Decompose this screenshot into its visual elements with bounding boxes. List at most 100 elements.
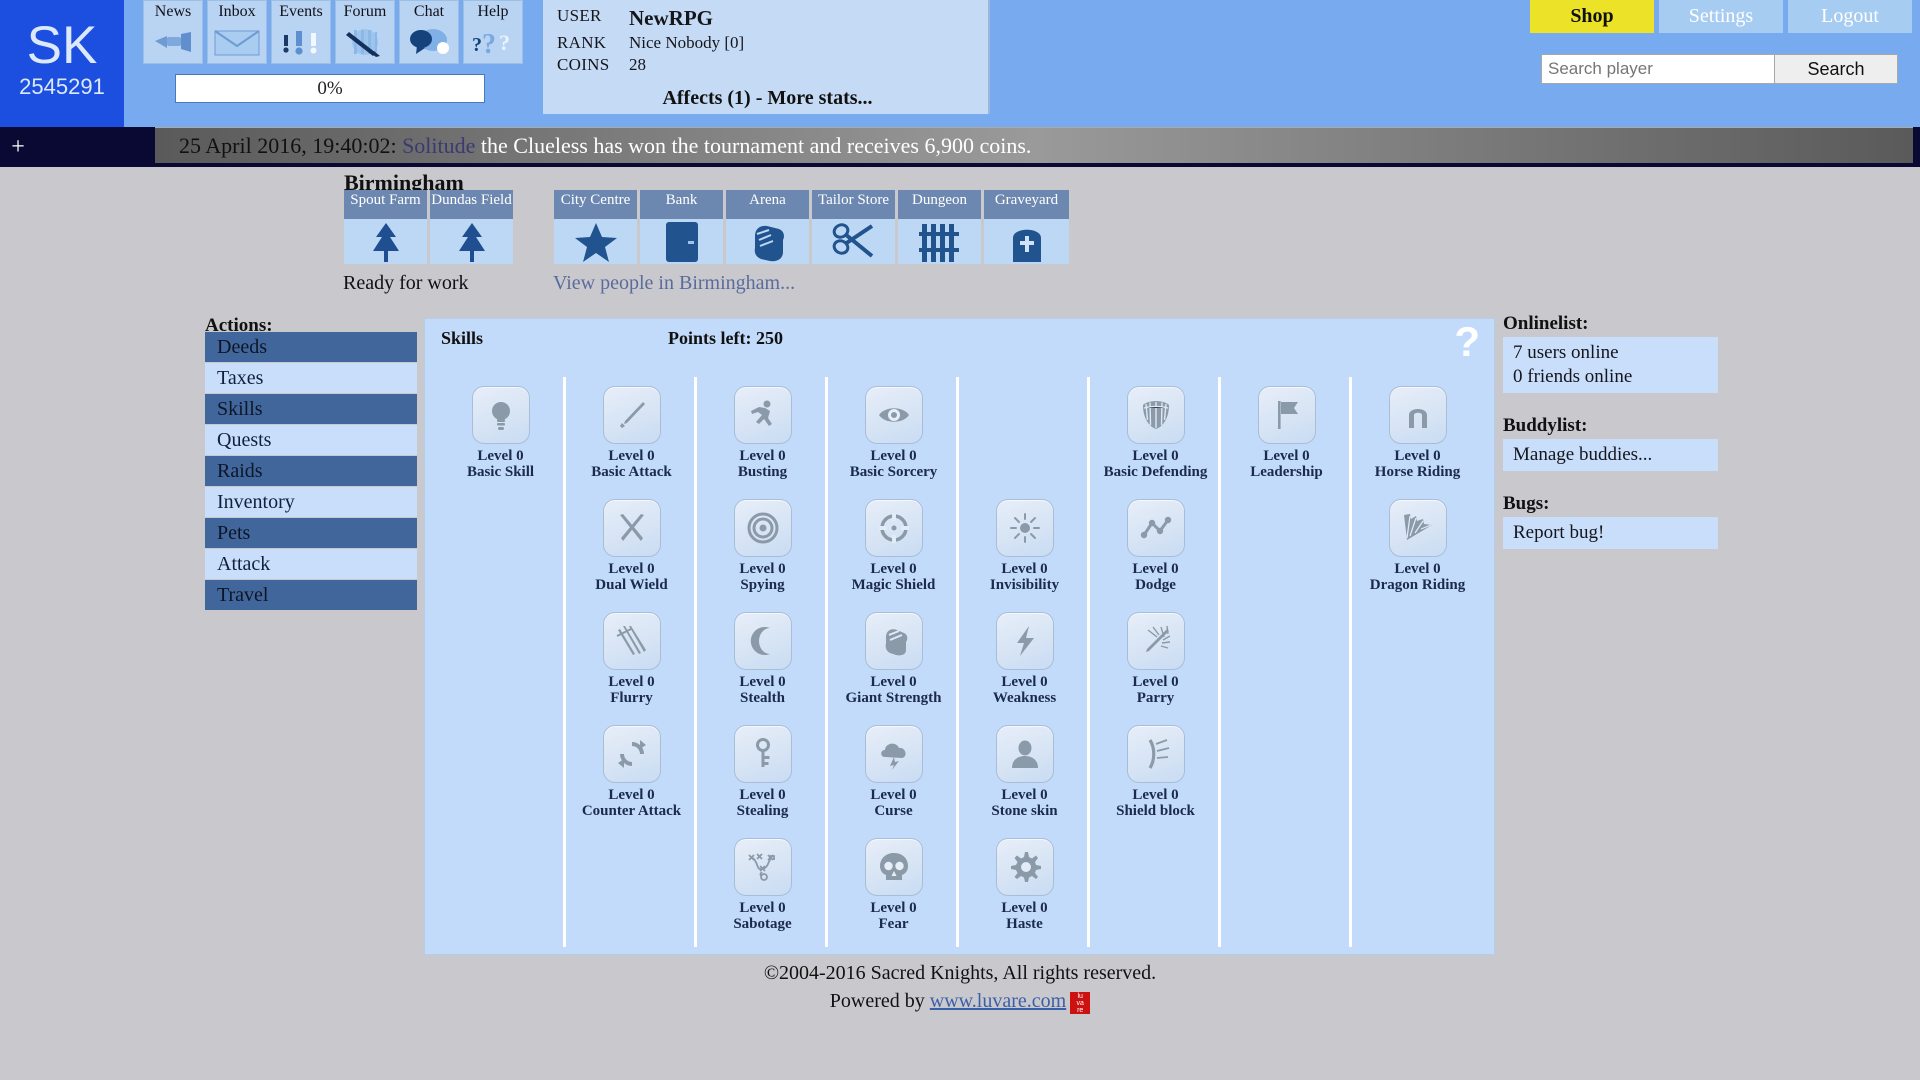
skill-column-leadership: Level 0 Leadership <box>1221 377 1352 947</box>
location-label: Dundas Field <box>430 190 513 219</box>
skill-name: Leadership <box>1221 464 1352 480</box>
skill-cell-magic-shield[interactable]: Level 0 Magic Shield <box>828 494 959 607</box>
flag-icon <box>1258 386 1316 444</box>
nav-label: Forum <box>344 2 387 21</box>
speech-bubbles-icon <box>400 21 458 63</box>
action-item-quests[interactable]: Quests <box>205 425 417 456</box>
luvare-link[interactable]: www.luvare.com <box>930 990 1066 1012</box>
action-item-raids[interactable]: Raids <box>205 456 417 487</box>
nav-item-inbox[interactable]: Inbox <box>207 0 267 64</box>
skill-cell-basic-attack[interactable]: Level 0 Basic Attack <box>566 381 697 494</box>
skill-cell-counter-attack[interactable]: Level 0 Counter Attack <box>566 720 697 833</box>
logout-button[interactable]: Logout <box>1788 0 1912 33</box>
nav-label: Help <box>477 2 508 21</box>
location-tile-city-centre[interactable]: City Centre <box>554 190 639 264</box>
skill-name: Spying <box>697 577 828 593</box>
dragon-wing-icon <box>1389 499 1447 557</box>
buddylist-heading: Buddylist: <box>1503 415 1718 437</box>
skill-cell-horse-riding[interactable]: Level 0 Horse Riding <box>1352 381 1483 494</box>
running-man-icon <box>734 386 792 444</box>
shop-button[interactable]: Shop <box>1530 0 1654 33</box>
ticker-expand-button[interactable]: + <box>6 127 30 167</box>
location-label: Dungeon <box>898 190 981 219</box>
location-tile-tailor-store[interactable]: Tailor Store <box>812 190 897 264</box>
skill-cell-stone-skin[interactable]: Level 0 Stone skin <box>959 720 1090 833</box>
report-bug-link[interactable]: Report bug! <box>1513 521 1708 545</box>
action-item-skills[interactable]: Skills <box>205 394 417 425</box>
shield-icon <box>1127 386 1185 444</box>
location-tile-bank[interactable]: Bank <box>640 190 725 264</box>
skill-cell-dual-wield[interactable]: Level 0 Dual Wield <box>566 494 697 607</box>
sword-icon <box>603 386 661 444</box>
users-online-count[interactable]: 7 users online <box>1513 341 1708 365</box>
settings-button[interactable]: Settings <box>1659 0 1783 33</box>
skill-cell-basic-skill[interactable]: Level 0 Basic Skill <box>435 381 566 494</box>
nav-item-help[interactable]: Help ? ? ? <box>463 0 523 64</box>
skill-cell-fear[interactable]: Level 0 Fear <box>828 833 959 946</box>
action-item-taxes[interactable]: Taxes <box>205 363 417 394</box>
action-item-travel[interactable]: Travel <box>205 580 417 611</box>
experience-progress-bar[interactable]: 0% <box>175 74 485 103</box>
skill-cell-basic-defending[interactable]: Level 0 Basic Defending <box>1090 381 1221 494</box>
skill-name: Magic Shield <box>828 577 959 593</box>
powered-by-prefix: Powered by <box>830 990 930 1012</box>
brand-logo[interactable]: SK 2545291 <box>0 0 124 127</box>
location-tile-dundas-field[interactable]: Dundas Field <box>430 190 515 264</box>
skill-cell-dragon-riding[interactable]: Level 0 Dragon Riding <box>1352 494 1483 607</box>
question-mark-icon[interactable]: ? <box>1454 321 1480 363</box>
view-people-link[interactable]: View people in Birmingham... <box>553 272 795 295</box>
skill-cell-dodge[interactable]: Level 0 Dodge <box>1090 494 1221 607</box>
skill-level: Level 0 <box>870 561 916 577</box>
skill-cell-busting[interactable]: Level 0 Busting <box>697 381 828 494</box>
nav-item-events[interactable]: Events <box>271 0 331 64</box>
action-item-pets[interactable]: Pets <box>205 518 417 549</box>
skill-cell-stealing[interactable]: Level 0 Stealing <box>697 720 828 833</box>
skill-name: Fear <box>828 916 959 932</box>
skill-name: Basic Skill <box>435 464 566 480</box>
location-tile-spout-farm[interactable]: Spout Farm <box>344 190 429 264</box>
location-tile-arena[interactable]: Arena <box>726 190 811 264</box>
nav-item-chat[interactable]: Chat <box>399 0 459 64</box>
skill-cell-leadership[interactable]: Level 0 Leadership <box>1221 381 1352 494</box>
location-tile-dungeon[interactable]: Dungeon <box>898 190 983 264</box>
skill-cell-weakness[interactable]: Level 0 Weakness <box>959 607 1090 720</box>
search-button[interactable]: Search <box>1775 54 1898 84</box>
friends-online-count[interactable]: 0 friends online <box>1513 365 1708 389</box>
skill-name: Stealth <box>697 690 828 706</box>
location-label: Spout Farm <box>344 190 427 219</box>
action-item-inventory[interactable]: Inventory <box>205 487 417 518</box>
action-item-deeds[interactable]: Deeds <box>205 332 417 363</box>
skill-cell-stealth[interactable]: Level 0 Stealth <box>697 607 828 720</box>
skill-cell-parry[interactable]: Level 0 Parry <box>1090 607 1221 720</box>
skill-cell-shield-block[interactable]: Level 0 Shield block <box>1090 720 1221 833</box>
skill-cell-basic-sorcery[interactable]: Level 0 Basic Sorcery <box>828 381 959 494</box>
skill-name: Stone skin <box>959 803 1090 819</box>
skill-cell-haste[interactable]: Level 0 Haste <box>959 833 1090 946</box>
scissors-icon <box>812 219 895 264</box>
skill-cell-spying[interactable]: Level 0 Spying <box>697 494 828 607</box>
manage-buddies-link[interactable]: Manage buddies... <box>1513 443 1708 467</box>
storm-cloud-icon <box>865 725 923 783</box>
skill-cell-curse[interactable]: Level 0 Curse <box>828 720 959 833</box>
nav-item-forum[interactable]: Forum <box>335 0 395 64</box>
search-input[interactable] <box>1541 54 1775 84</box>
nav-item-news[interactable]: News <box>143 0 203 64</box>
skill-level: Level 0 <box>1132 561 1178 577</box>
action-item-attack[interactable]: Attack <box>205 549 417 580</box>
tactics-board-icon <box>734 838 792 896</box>
megaphone-icon <box>144 21 202 63</box>
news-ticker[interactable]: 25 April 2016, 19:40:02: Solitude the Cl… <box>155 127 1913 163</box>
skill-cell-sabotage[interactable]: Level 0 Sabotage <box>697 833 828 946</box>
skull-icon <box>865 838 923 896</box>
svg-text:?: ? <box>482 29 496 57</box>
work-status: Ready for work <box>343 272 469 295</box>
location-tile-graveyard[interactable]: Graveyard <box>984 190 1069 264</box>
skill-points-left: Points left: 250 <box>668 328 783 349</box>
affects-link[interactable]: Affects (1) - More stats... <box>557 87 978 110</box>
top-navigation: News Inbox Events <box>143 0 523 64</box>
skill-name: Dodge <box>1090 577 1221 593</box>
luvare-badge-icon[interactable]: luvare <box>1070 992 1090 1014</box>
skill-cell-flurry[interactable]: Level 0 Flurry <box>566 607 697 720</box>
skill-cell-giant-strength[interactable]: Level 0 Giant Strength <box>828 607 959 720</box>
skill-cell-invisibility[interactable]: Level 0 Invisibility <box>959 494 1090 607</box>
